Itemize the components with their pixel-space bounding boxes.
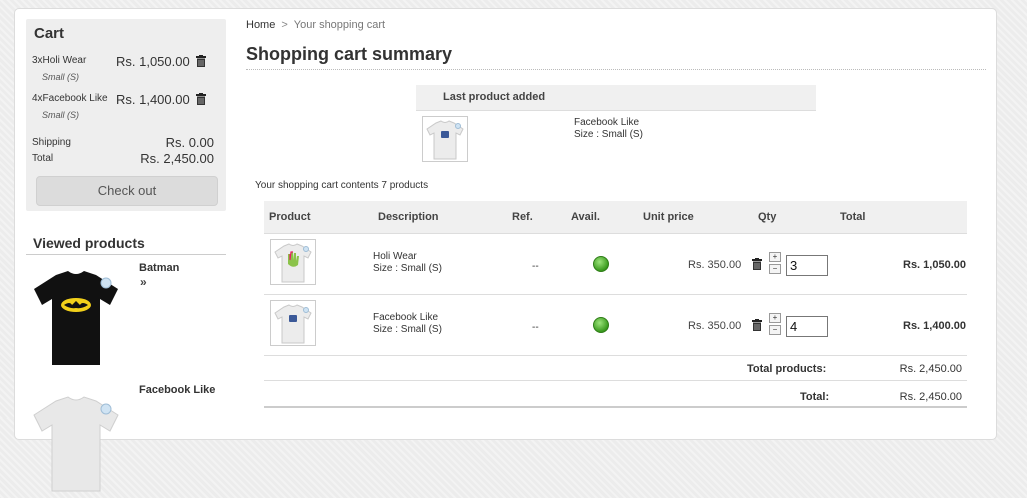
page-container: Cart 3xHoli Wear Rs. 1,050.00 Small (S) … xyxy=(14,8,997,492)
table-header: Product Description Ref. Avail. Unit pri… xyxy=(264,201,967,234)
divider xyxy=(246,69,986,70)
cart-item-name[interactable]: 4xFacebook Like xyxy=(32,93,108,104)
breadcrumb: Home > Your shopping cart xyxy=(246,19,385,31)
divider xyxy=(26,254,226,255)
shipping-value: Rs. 0.00 xyxy=(165,135,214,150)
checkout-button[interactable]: Check out xyxy=(36,176,218,206)
grand-total-value: Rs. 2,450.00 xyxy=(899,391,962,403)
breadcrumb-home[interactable]: Home xyxy=(246,19,275,31)
cart-count-text: Your shopping cart contents 7 products xyxy=(255,180,429,191)
unit-price: Rs. 350.00 xyxy=(688,320,742,332)
last-product-added: Last product added Facebook Like Size : … xyxy=(416,85,816,162)
breadcrumb-current: Your shopping cart xyxy=(293,19,386,31)
col-description: Description xyxy=(378,211,439,223)
product-name[interactable]: Facebook Like xyxy=(373,312,442,324)
page-title: Shopping cart summary xyxy=(246,44,453,64)
breadcrumb-separator: > xyxy=(281,19,288,31)
quantity-stepper: + − xyxy=(769,313,781,337)
quantity-input[interactable] xyxy=(786,255,828,276)
last-product-info: Facebook Like Size : Small (S) xyxy=(574,117,643,141)
cart-item-attributes: Small (S) xyxy=(42,72,80,82)
total-label: Total xyxy=(32,153,54,164)
trash-icon[interactable] xyxy=(752,319,762,331)
col-qty: Qty xyxy=(758,211,777,223)
col-total: Total xyxy=(840,211,866,223)
shipping-label: Shipping xyxy=(32,137,71,148)
trash-icon[interactable] xyxy=(196,93,206,105)
row-total: Rs. 1,050.00 xyxy=(903,259,966,271)
product-description: Holi Wear Size : Small (S) xyxy=(373,251,442,275)
product-name[interactable]: Holi Wear xyxy=(373,251,442,263)
chevron-right-icon[interactable]: » xyxy=(140,275,147,289)
availability-icon xyxy=(593,256,609,272)
table-row: Holi Wear Size : Small (S) -- Rs. 350.00… xyxy=(264,234,967,295)
cart-block: Cart 3xHoli Wear Rs. 1,050.00 Small (S) … xyxy=(26,19,226,211)
last-product-heading: Last product added xyxy=(416,85,816,111)
col-avail: Avail. xyxy=(571,211,600,223)
product-thumbnail[interactable] xyxy=(270,300,316,346)
grand-total-row: Total: Rs. 2,450.00 xyxy=(264,381,967,408)
product-attributes: Size : Small (S) xyxy=(373,263,442,274)
cart-item-attributes: Small (S) xyxy=(42,110,80,120)
viewed-products-title: Viewed products xyxy=(33,235,145,251)
product-description: Facebook Like Size : Small (S) xyxy=(373,312,442,336)
product-thumbnail[interactable] xyxy=(270,239,316,285)
col-ref: Ref. xyxy=(512,211,533,223)
row-total: Rs. 1,400.00 xyxy=(903,320,966,332)
quantity-input[interactable] xyxy=(786,316,828,337)
cart-item-price: Rs. 1,050.00 xyxy=(116,54,190,69)
viewed-product-name[interactable]: Facebook Like xyxy=(139,383,219,397)
cart-item-price: Rs. 1,400.00 xyxy=(116,92,190,107)
last-product-name[interactable]: Facebook Like xyxy=(574,117,643,129)
product-ref: -- xyxy=(532,322,539,333)
total-products-value: Rs. 2,450.00 xyxy=(899,363,962,375)
last-product-attributes: Size : Small (S) xyxy=(574,129,643,140)
trash-icon[interactable] xyxy=(752,258,762,270)
availability-icon xyxy=(593,317,609,333)
total-products-row: Total products: Rs. 2,450.00 xyxy=(264,356,967,381)
unit-price: Rs. 350.00 xyxy=(688,259,742,271)
product-thumbnail[interactable] xyxy=(422,116,468,162)
col-product: Product xyxy=(269,211,311,223)
product-thumbnail[interactable] xyxy=(26,383,126,493)
col-unit-price: Unit price xyxy=(643,211,694,223)
trash-icon[interactable] xyxy=(196,55,206,67)
quantity-decrease-button[interactable]: − xyxy=(769,264,781,274)
quantity-decrease-button[interactable]: − xyxy=(769,325,781,335)
quantity-stepper: + − xyxy=(769,252,781,276)
viewed-product-name[interactable]: Batman xyxy=(139,261,219,275)
quantity-increase-button[interactable]: + xyxy=(769,252,781,262)
product-thumbnail[interactable] xyxy=(26,261,126,371)
quantity-increase-button[interactable]: + xyxy=(769,313,781,323)
cart-item-name[interactable]: 3xHoli Wear xyxy=(32,55,86,66)
cart-title: Cart xyxy=(34,25,65,42)
product-ref: -- xyxy=(532,261,539,272)
table-row: Facebook Like Size : Small (S) -- Rs. 35… xyxy=(264,295,967,356)
total-value: Rs. 2,450.00 xyxy=(140,151,214,166)
product-attributes: Size : Small (S) xyxy=(373,324,442,335)
cart-table: Product Description Ref. Avail. Unit pri… xyxy=(264,201,967,408)
total-products-label: Total products: xyxy=(747,363,827,375)
grand-total-label: Total: xyxy=(800,391,830,403)
